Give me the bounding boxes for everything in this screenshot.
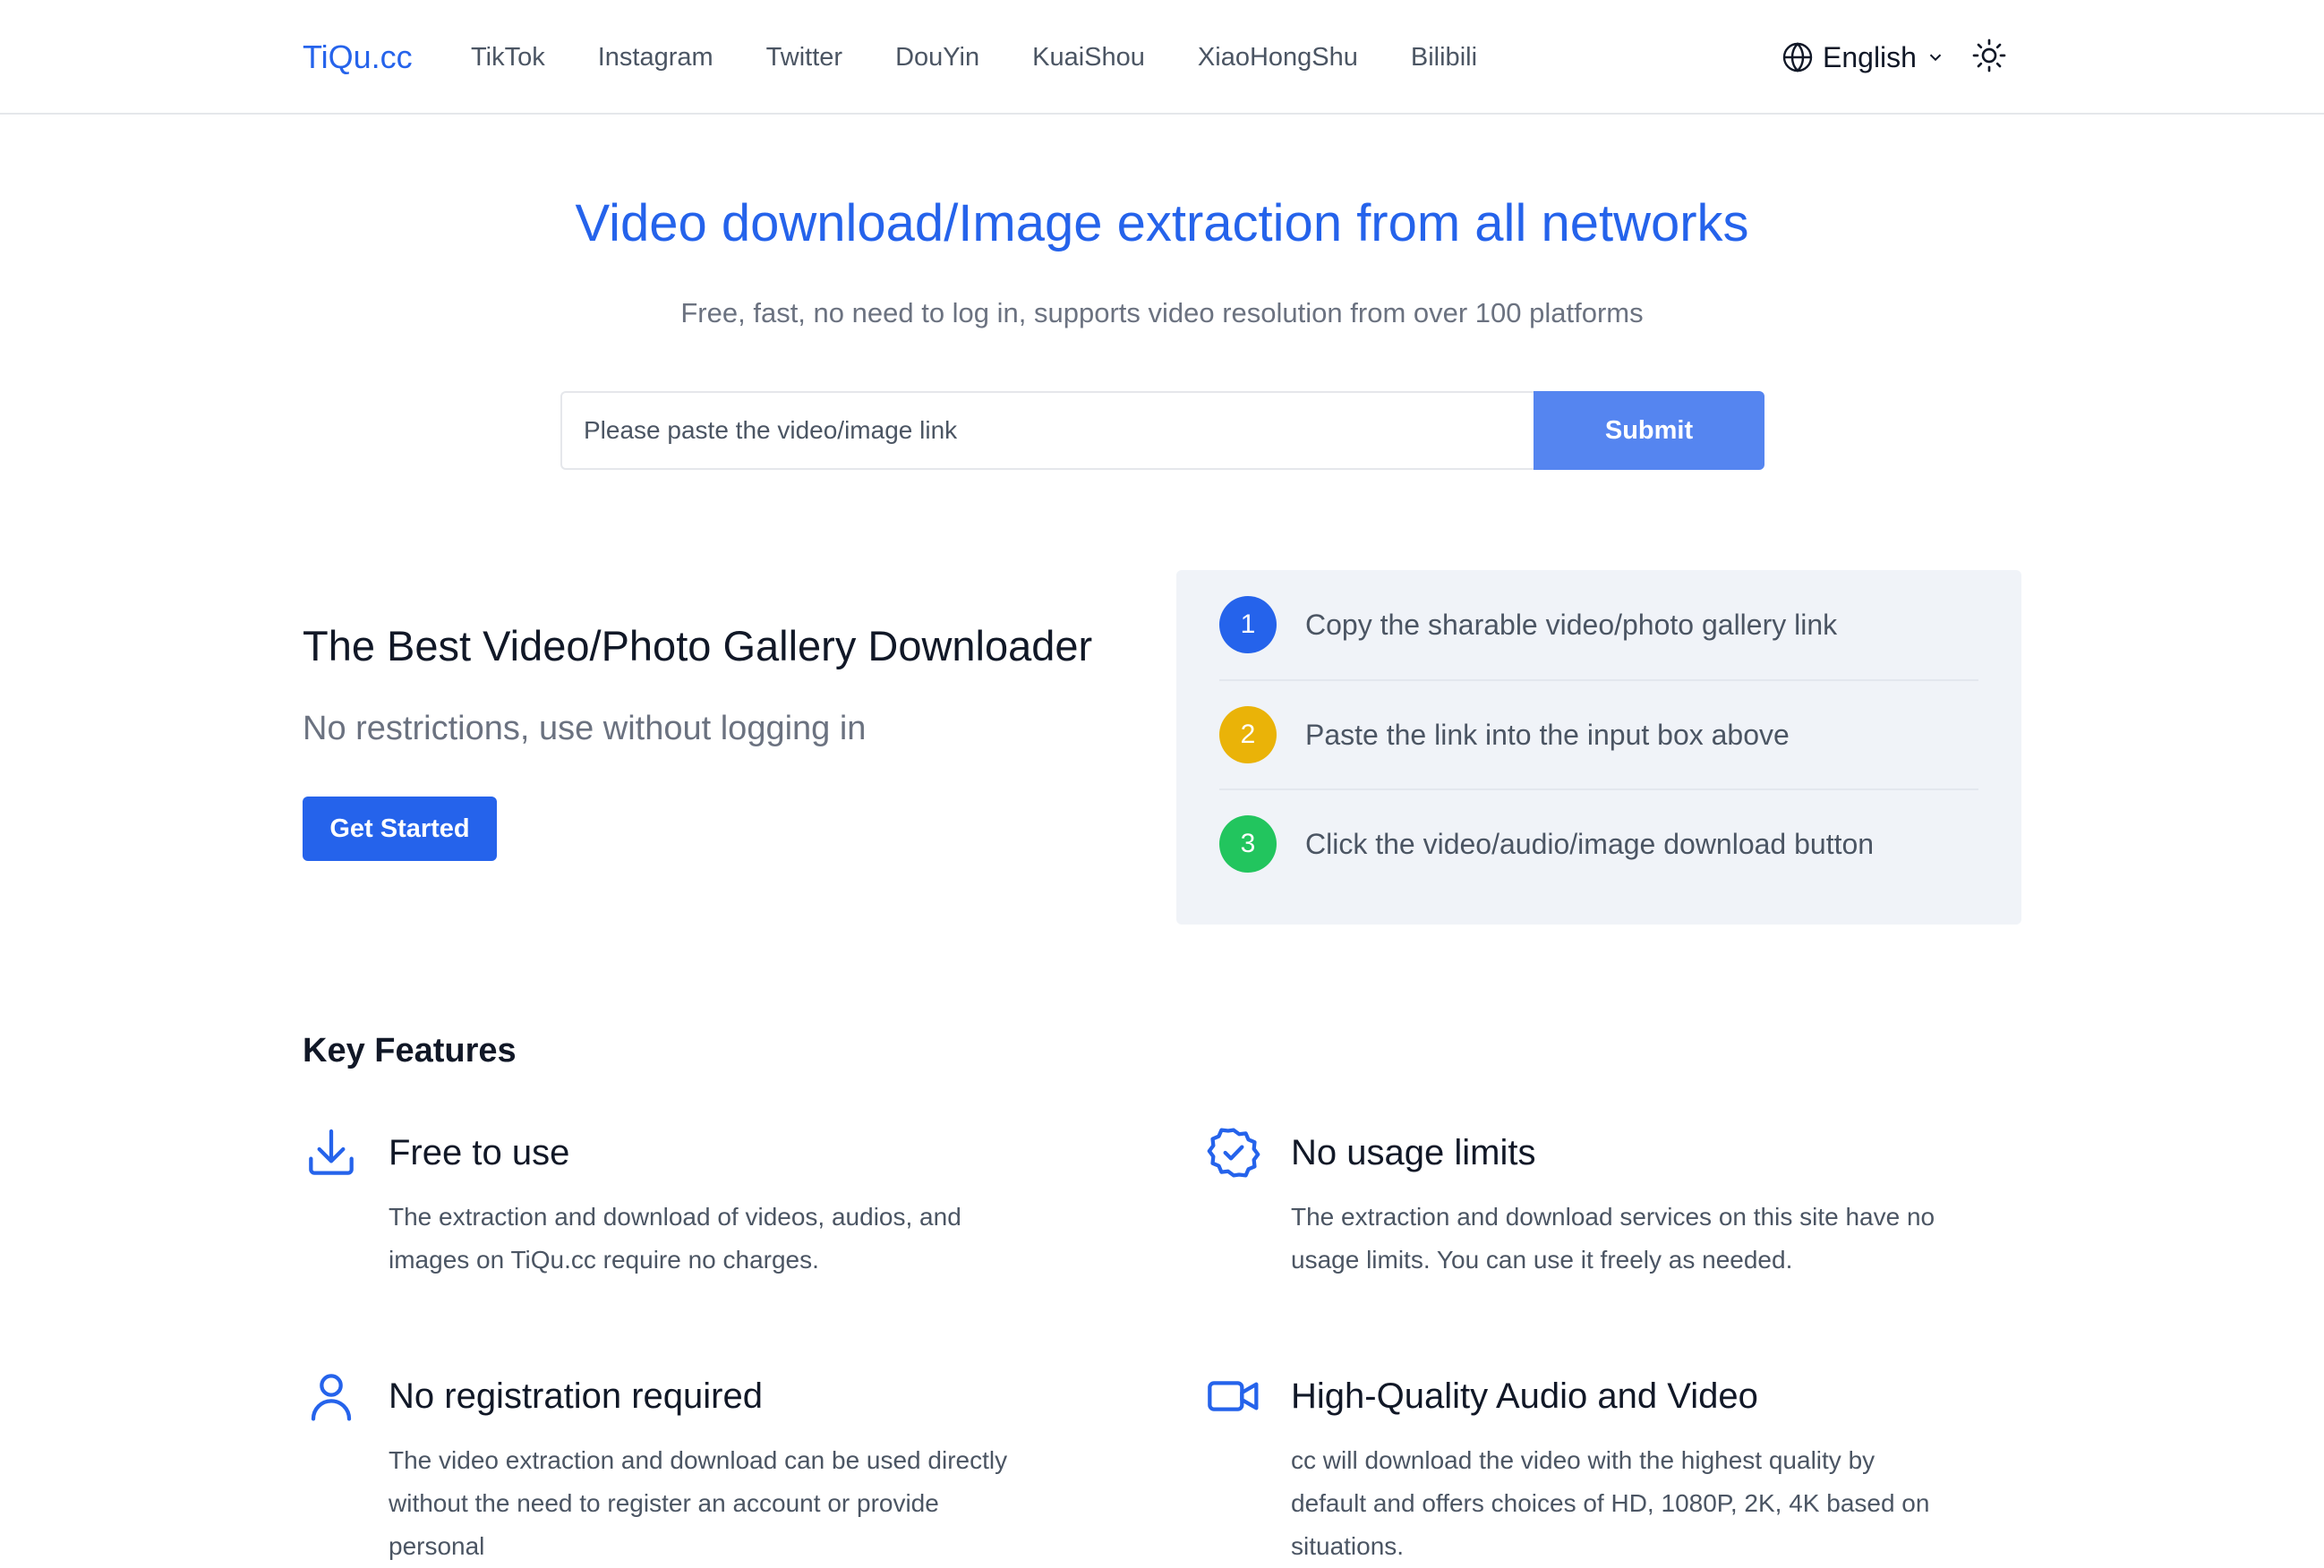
step-item: 3 Click the video/audio/image download b…	[1219, 788, 1978, 898]
step-text: Click the video/audio/image download but…	[1305, 828, 1875, 860]
step-text: Copy the sharable video/photo gallery li…	[1305, 609, 1838, 641]
video-camera-icon	[1205, 1368, 1262, 1425]
nav-link-xiaohongshu[interactable]: XiaoHongShu	[1198, 36, 1358, 79]
step-number-badge: 1	[1219, 596, 1277, 653]
get-started-button[interactable]: Get Started	[303, 797, 497, 861]
step-item: 2 Paste the link into the input box abov…	[1219, 679, 1978, 788]
nav-link-tiktok[interactable]: TikTok	[471, 36, 545, 79]
site-header: TiQu.cc TikTok Instagram Twitter DouYin …	[0, 0, 2324, 115]
features-title: Key Features	[303, 1032, 517, 1069]
nav-link-twitter[interactable]: Twitter	[766, 36, 842, 79]
promo-subtitle: No restrictions, use without logging in	[303, 710, 867, 747]
main-nav: TikTok Instagram Twitter DouYin KuaiShou…	[471, 36, 1530, 79]
feature-title: No registration required	[389, 1376, 763, 1416]
step-item: 1 Copy the sharable video/photo gallery …	[1219, 570, 1978, 679]
globe-icon	[1781, 41, 1814, 73]
promo-title: The Best Video/Photo Gallery Downloader	[303, 622, 1093, 669]
step-number-badge: 3	[1219, 815, 1277, 873]
feature-title: No usage limits	[1291, 1133, 1536, 1172]
nav-link-kuaishou[interactable]: KuaiShou	[1032, 36, 1145, 79]
nav-link-instagram[interactable]: Instagram	[598, 36, 713, 79]
sun-icon	[1971, 38, 2007, 78]
nav-link-bilibili[interactable]: Bilibili	[1411, 36, 1477, 79]
link-input[interactable]	[560, 391, 1534, 470]
language-label: English	[1823, 41, 1917, 73]
feature-description: The extraction and download services on …	[1291, 1203, 1935, 1274]
hero-subtitle: Free, fast, no need to log in, supports …	[680, 297, 1644, 328]
feature-description: The extraction and download of videos, a…	[389, 1203, 961, 1274]
steps-card: 1 Copy the sharable video/photo gallery …	[1176, 570, 2021, 925]
submit-button[interactable]: Submit	[1534, 391, 1764, 470]
hero-title: Video download/Image extraction from all…	[575, 194, 1749, 252]
logo-link[interactable]: TiQu.cc	[303, 36, 413, 79]
feature-description: cc will download the video with the high…	[1291, 1446, 1930, 1560]
user-icon	[303, 1368, 360, 1425]
theme-toggle-button[interactable]	[1971, 38, 2007, 78]
chevron-down-icon	[1926, 47, 1945, 67]
badge-check-icon	[1205, 1124, 1262, 1181]
language-selector[interactable]: English	[1781, 36, 1945, 79]
feature-title: Free to use	[389, 1133, 570, 1172]
nav-link-douyin[interactable]: DouYin	[895, 36, 979, 79]
feature-title: High-Quality Audio and Video	[1291, 1376, 1758, 1416]
step-number-badge: 2	[1219, 706, 1277, 763]
feature-description: The video extraction and download can be…	[389, 1446, 1008, 1560]
download-icon	[303, 1124, 360, 1181]
step-text: Paste the link into the input box above	[1305, 719, 1790, 751]
